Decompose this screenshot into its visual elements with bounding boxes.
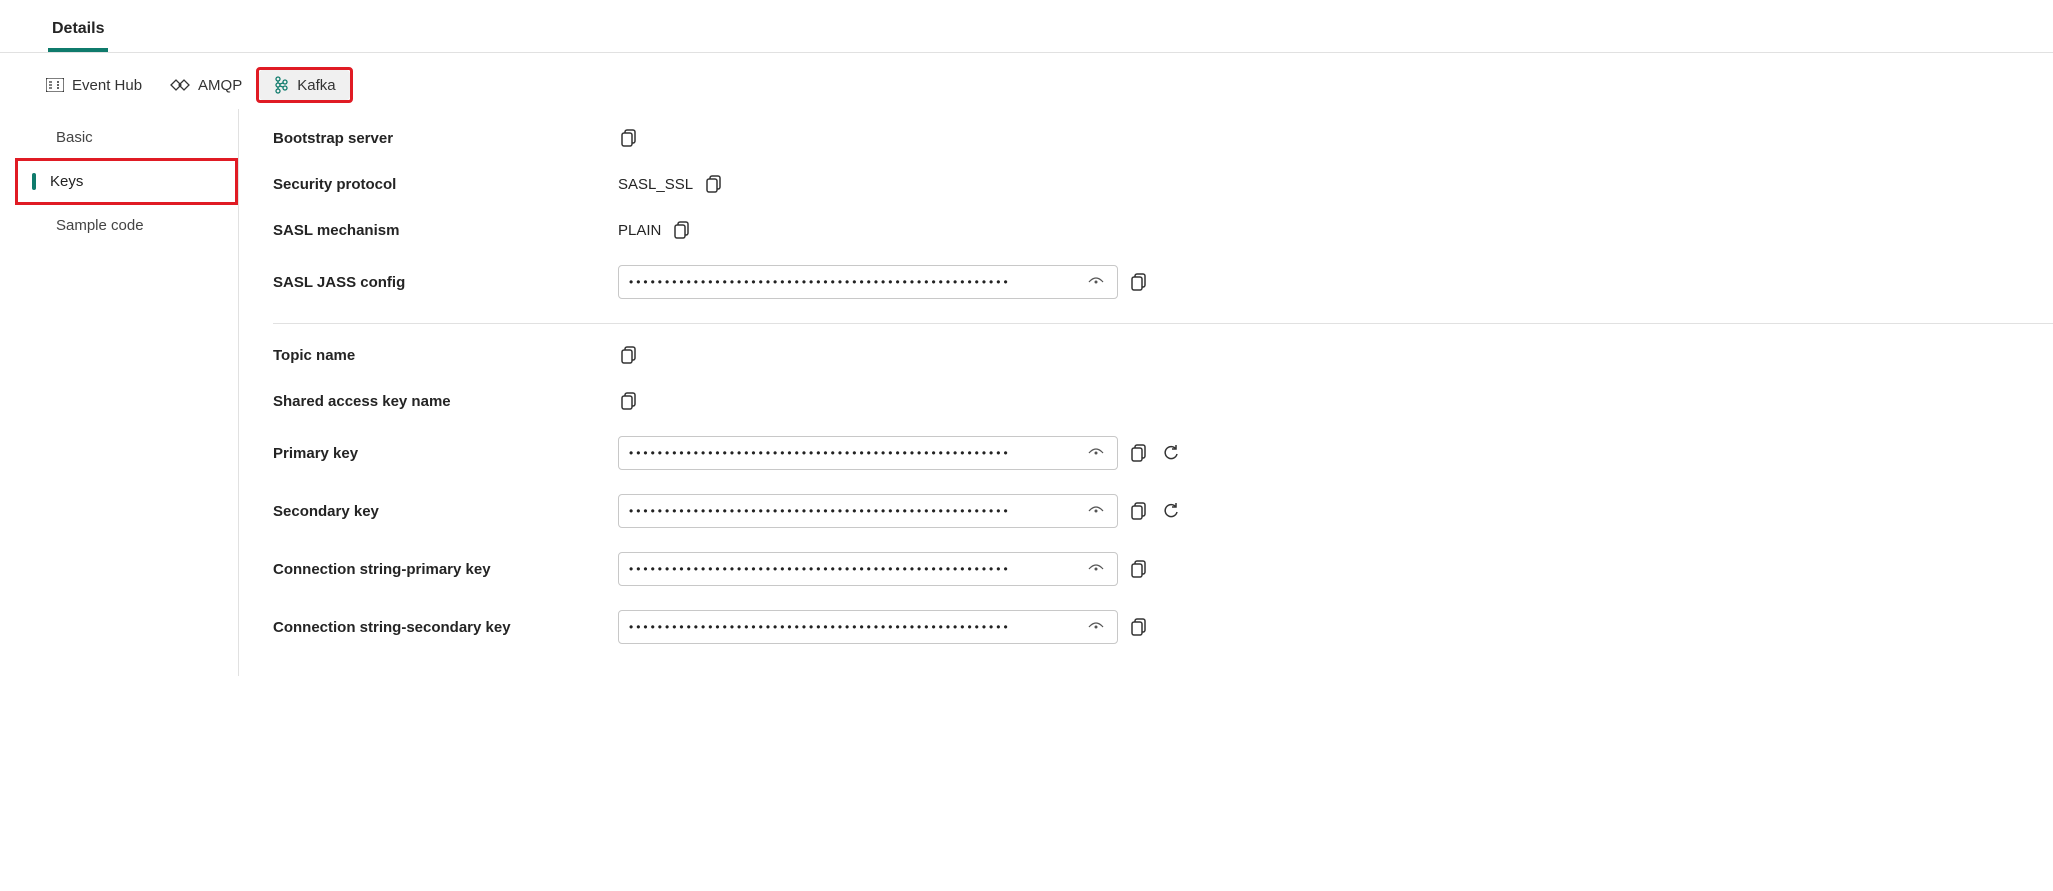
input-primary-key[interactable]: ••••••••••••••••••••••••••••••••••••••••… [618,436,1118,470]
tab-amqp[interactable]: AMQP [156,67,256,103]
row-sasl-mechanism: SASL mechanism PLAIN [273,207,2053,253]
input-sasl-jass-config[interactable]: ••••••••••••••••••••••••••••••••••••••••… [618,265,1118,299]
highlight-keys: Keys [15,158,238,205]
label-primary-key: Primary key [273,445,618,462]
copy-conn-string-primary-button[interactable] [1128,558,1150,580]
row-topic-name: Topic name [273,332,2053,378]
label-conn-string-primary: Connection string-primary key [273,561,618,578]
label-sasl-mechanism: SASL mechanism [273,222,618,239]
sidebar: Basic Keys Sample code [24,109,239,676]
tab-kafka[interactable]: Kafka [259,70,349,100]
event-hub-icon [46,78,64,92]
row-secondary-key: Secondary key ••••••••••••••••••••••••••… [273,482,2053,540]
regenerate-primary-key-button[interactable] [1160,442,1182,464]
tab-event-hub[interactable]: Event Hub [32,67,156,103]
tab-amqp-label: AMQP [198,77,242,94]
divider [273,323,2053,324]
copy-bootstrap-server-button[interactable] [618,127,640,149]
sidebar-item-sample-code[interactable]: Sample code [24,205,238,246]
kafka-icon [273,76,289,94]
row-sasl-jass-config: SASL JASS config •••••••••••••••••••••••… [273,253,2053,311]
value-sasl-mechanism: PLAIN [618,222,661,239]
main-content: Bootstrap server Security protocol SASL_… [239,109,2053,676]
reveal-secondary-key-button[interactable] [1085,500,1107,522]
label-shared-access-key-name: Shared access key name [273,393,618,410]
reveal-conn-string-primary-button[interactable] [1085,558,1107,580]
row-shared-access-key-name: Shared access key name [273,378,2053,424]
masked-conn-string-secondary: ••••••••••••••••••••••••••••••••••••••••… [629,620,1085,634]
row-conn-string-primary: Connection string-primary key ••••••••••… [273,540,2053,598]
top-tabs: Details [0,12,2053,53]
copy-topic-name-button[interactable] [618,344,640,366]
value-security-protocol: SASL_SSL [618,176,693,193]
masked-conn-string-primary: ••••••••••••••••••••••••••••••••••••••••… [629,562,1085,576]
row-bootstrap-server: Bootstrap server [273,115,2053,161]
reveal-sasl-jass-config-button[interactable] [1085,271,1107,293]
label-bootstrap-server: Bootstrap server [273,130,618,147]
input-conn-string-primary[interactable]: ••••••••••••••••••••••••••••••••••••••••… [618,552,1118,586]
regenerate-secondary-key-button[interactable] [1160,500,1182,522]
input-conn-string-secondary[interactable]: ••••••••••••••••••••••••••••••••••••••••… [618,610,1118,644]
reveal-primary-key-button[interactable] [1085,442,1107,464]
label-secondary-key: Secondary key [273,503,618,520]
label-security-protocol: Security protocol [273,176,618,193]
label-conn-string-secondary: Connection string-secondary key [273,619,618,636]
tab-details[interactable]: Details [48,12,108,52]
protocol-tabs: Event Hub AMQP Kafka [0,53,2053,109]
row-primary-key: Primary key ••••••••••••••••••••••••••••… [273,424,2053,482]
label-sasl-jass-config: SASL JASS config [273,274,618,291]
row-security-protocol: Security protocol SASL_SSL [273,161,2053,207]
reveal-conn-string-secondary-button[interactable] [1085,616,1107,638]
copy-conn-string-secondary-button[interactable] [1128,616,1150,638]
copy-secondary-key-button[interactable] [1128,500,1150,522]
highlight-kafka: Kafka [256,67,352,103]
amqp-icon [170,78,190,92]
masked-primary-key: ••••••••••••••••••••••••••••••••••••••••… [629,446,1085,460]
masked-sasl-jass-config: ••••••••••••••••••••••••••••••••••••••••… [629,275,1085,289]
sidebar-item-basic[interactable]: Basic [24,117,238,158]
masked-secondary-key: ••••••••••••••••••••••••••••••••••••••••… [629,504,1085,518]
copy-shared-access-key-name-button[interactable] [618,390,640,412]
copy-sasl-mechanism-button[interactable] [671,219,693,241]
copy-sasl-jass-config-button[interactable] [1128,271,1150,293]
tab-kafka-label: Kafka [297,77,335,94]
sidebar-item-keys[interactable]: Keys [18,161,235,202]
tab-event-hub-label: Event Hub [72,77,142,94]
input-secondary-key[interactable]: ••••••••••••••••••••••••••••••••••••••••… [618,494,1118,528]
label-topic-name: Topic name [273,347,618,364]
copy-security-protocol-button[interactable] [703,173,725,195]
copy-primary-key-button[interactable] [1128,442,1150,464]
row-conn-string-secondary: Connection string-secondary key ••••••••… [273,598,2053,656]
